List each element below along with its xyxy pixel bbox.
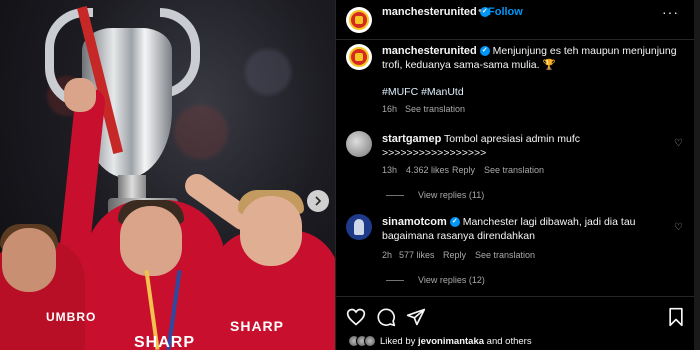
comment-like-heart-icon[interactable]: ♡ (674, 138, 683, 149)
comment-icon[interactable] (376, 307, 396, 327)
view-replies-label: View replies (12) (418, 275, 485, 285)
verified-badge-icon: ✓ (449, 217, 460, 228)
post-header: manchesterunited ✓ • Follow ··· (336, 0, 695, 40)
comment-time: 13h (382, 165, 398, 175)
share-icon[interactable] (406, 307, 426, 327)
bookmark-icon[interactable] (666, 307, 686, 327)
next-image-button[interactable] (307, 190, 329, 212)
caption-username[interactable]: manchesterunited ✓ (382, 45, 490, 57)
comment-likes[interactable]: 577 likes (399, 250, 435, 260)
comment-text-block: sinamotcom ✓ Manchester lagi dibawah, jad… (382, 215, 672, 243)
liked-by-text: Liked by jevonimantaka and others (380, 336, 532, 347)
avatar (364, 335, 376, 347)
divider-line (386, 279, 404, 281)
player-right-head (240, 196, 302, 266)
scrollbar[interactable] (694, 0, 700, 350)
caption-see-translation[interactable]: See translation (405, 104, 465, 114)
comment-time: 2h (382, 250, 393, 260)
shirt-sponsor-right: SHARP (230, 318, 285, 334)
comment-username[interactable]: sinamotcom ✓ (382, 216, 460, 228)
likes-summary: Liked by jevonimantaka and others (348, 335, 532, 347)
liked-by-user[interactable]: jevonimantaka (418, 336, 484, 347)
comment-like-heart-icon[interactable]: ♡ (674, 222, 683, 233)
raised-hand (64, 78, 96, 112)
divider-line (386, 194, 404, 196)
view-replies-button[interactable]: View replies (11) (386, 190, 484, 200)
player-left-head (2, 228, 56, 292)
author-username[interactable]: manchesterunited ✓ (382, 6, 490, 18)
post-actions-bar: Liked by jevonimantaka and others (336, 296, 695, 350)
shirt-sponsor-center: SHARP (134, 334, 196, 350)
liked-by-prefix: Liked by (380, 335, 416, 347)
comment-see-translation[interactable]: See translation (475, 250, 535, 260)
caption-text-block: manchesterunited ✓ Menjunjung es teh maup… (382, 44, 682, 72)
view-replies-button[interactable]: View replies (12) (386, 275, 485, 285)
liked-by-suffix[interactable]: and others (487, 336, 532, 347)
comment-reply-button[interactable]: Reply (443, 250, 466, 260)
avatar[interactable] (346, 131, 372, 157)
caption-hashtags[interactable]: #MUFC #ManUtd (382, 86, 464, 98)
chevron-right-icon (315, 196, 322, 206)
avatar[interactable] (346, 7, 372, 33)
avatar[interactable] (346, 44, 372, 70)
caption-time: 16h (382, 104, 398, 114)
player-center-head (120, 206, 182, 276)
post-image[interactable]: SHARP SHARP UMBRO (0, 0, 335, 350)
view-replies-label: View replies (11) (418, 190, 485, 200)
post-side-panel: manchesterunited ✓ • Follow ··· mancheste… (335, 0, 700, 350)
avatar[interactable] (346, 214, 372, 240)
comment-username[interactable]: startgamep (382, 133, 441, 145)
club-crest-icon (349, 47, 369, 67)
club-crest-icon (349, 10, 369, 30)
comment-see-translation[interactable]: See translation (484, 165, 544, 175)
follow-button[interactable]: Follow (488, 6, 523, 18)
shirt-kit-brand: UMBRO (46, 310, 97, 324)
heart-icon[interactable] (346, 307, 366, 327)
comment-likes[interactable]: 4.362 likes (406, 165, 449, 175)
separator-dot: • (478, 5, 482, 17)
more-icon[interactable]: ··· (662, 4, 679, 20)
verified-badge-icon: ✓ (479, 46, 490, 57)
comment-reply-button[interactable]: Reply (452, 165, 475, 175)
comment-text-block: startgamep Tombol apresiasi admin mufc >… (382, 132, 672, 160)
